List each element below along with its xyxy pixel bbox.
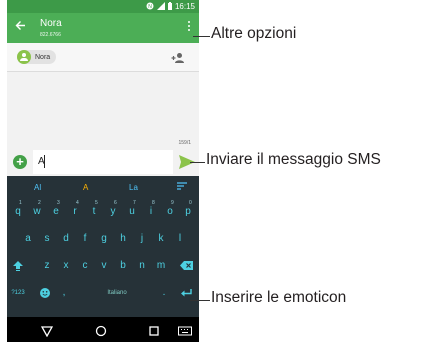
composer: + A: [7, 148, 199, 176]
add-attachment-button[interactable]: +: [13, 155, 27, 169]
suggestion-3[interactable]: La: [129, 183, 138, 192]
callout-line-more-options: [193, 36, 210, 37]
character-counter: 159/1: [178, 140, 191, 146]
navigation-bar: [7, 317, 199, 342]
shift-icon[interactable]: [9, 253, 27, 279]
recipients-bar: Nora: [7, 43, 199, 72]
key-n[interactable]: n: [133, 253, 151, 279]
key-c[interactable]: c: [76, 253, 94, 279]
key-g[interactable]: g: [95, 226, 113, 252]
key-u[interactable]: u7: [123, 199, 141, 225]
key-v[interactable]: v: [95, 253, 113, 279]
key-e[interactable]: e3: [47, 199, 65, 225]
key-k[interactable]: k: [152, 226, 170, 252]
svg-text:N: N: [148, 4, 152, 10]
keyboard-row-1: q1 w2 e3 r4 t5 y6 u7 i8 o9 p0: [7, 199, 199, 225]
key-q[interactable]: q1: [9, 199, 27, 225]
contact-name: Nora: [40, 18, 62, 29]
key-x[interactable]: x: [57, 253, 75, 279]
text-caret: [44, 155, 45, 168]
symbols-key[interactable]: ?123: [9, 280, 27, 306]
key-t[interactable]: t5: [85, 199, 103, 225]
add-person-icon[interactable]: [171, 51, 185, 63]
message-input[interactable]: A: [33, 150, 173, 174]
suggestion-1[interactable]: Al: [34, 183, 41, 192]
comma-key[interactable]: ,: [55, 280, 73, 306]
nav-recents-icon[interactable]: [148, 324, 160, 336]
conversation-area: [7, 72, 199, 146]
suggestion-2[interactable]: A: [83, 183, 88, 192]
contact-number: 822.6766: [40, 32, 61, 38]
key-h[interactable]: h: [114, 226, 132, 252]
key-o[interactable]: o9: [161, 199, 179, 225]
avatar: [17, 50, 31, 64]
more-options-icon[interactable]: [187, 21, 191, 34]
status-bar: N 16:15: [7, 0, 199, 13]
key-b[interactable]: b: [114, 253, 132, 279]
backspace-icon[interactable]: [177, 253, 195, 279]
status-time: 16:15: [174, 2, 195, 11]
callout-send-sms: Inviare il messaggio SMS: [206, 151, 381, 168]
key-d[interactable]: d: [57, 226, 75, 252]
recipient-chip[interactable]: Nora: [17, 50, 57, 64]
key-z[interactable]: z: [38, 253, 56, 279]
recipient-chip-label: Nora: [35, 53, 51, 61]
key-s[interactable]: s: [38, 226, 56, 252]
emoji-icon[interactable]: [36, 280, 54, 306]
nav-home-icon[interactable]: [95, 324, 107, 337]
keyboard-row-3: z x c v b n m: [7, 253, 199, 279]
phone-screen: N 16:15 Nora 822.6766 Nora 159/1 + A Al …: [7, 0, 199, 342]
key-m[interactable]: m: [152, 253, 170, 279]
period-key[interactable]: .: [155, 280, 173, 306]
suggestion-bar: Al A La: [7, 176, 199, 199]
callout-line-emoticon: [190, 300, 210, 301]
key-y[interactable]: y6: [104, 199, 122, 225]
keyboard: Al A La q1 w2 e3 r4 t5 y6 u7 i8 o9 p0 a …: [7, 176, 199, 317]
keyboard-row-4: ?123 , Italiano .: [7, 280, 199, 306]
callout-insert-emoticon: Inserire le emoticon: [211, 289, 347, 306]
nfc-icon: N: [146, 2, 154, 12]
enter-icon[interactable]: [177, 280, 195, 306]
keyboard-row-2: a s d f g h j k l: [7, 226, 199, 252]
callout-line-send: [190, 162, 205, 163]
nav-keyboard-icon[interactable]: [178, 324, 192, 336]
nav-back-icon[interactable]: [40, 324, 54, 338]
battery-icon: [167, 1, 172, 12]
back-arrow-icon[interactable]: [15, 20, 26, 33]
space-bar[interactable]: Italiano: [87, 280, 147, 306]
key-j[interactable]: j: [133, 226, 151, 252]
key-r[interactable]: r4: [66, 199, 84, 225]
key-a[interactable]: a: [19, 226, 37, 252]
signal-icon: [156, 1, 165, 12]
app-bar: Nora 822.6766: [7, 13, 199, 43]
key-w[interactable]: w2: [28, 199, 46, 225]
key-p[interactable]: p0: [179, 199, 197, 225]
keyboard-menu-icon[interactable]: [177, 182, 187, 192]
callout-more-options: Altre opzioni: [211, 25, 297, 42]
key-f[interactable]: f: [76, 226, 94, 252]
key-i[interactable]: i8: [142, 199, 160, 225]
key-l[interactable]: l: [171, 226, 189, 252]
